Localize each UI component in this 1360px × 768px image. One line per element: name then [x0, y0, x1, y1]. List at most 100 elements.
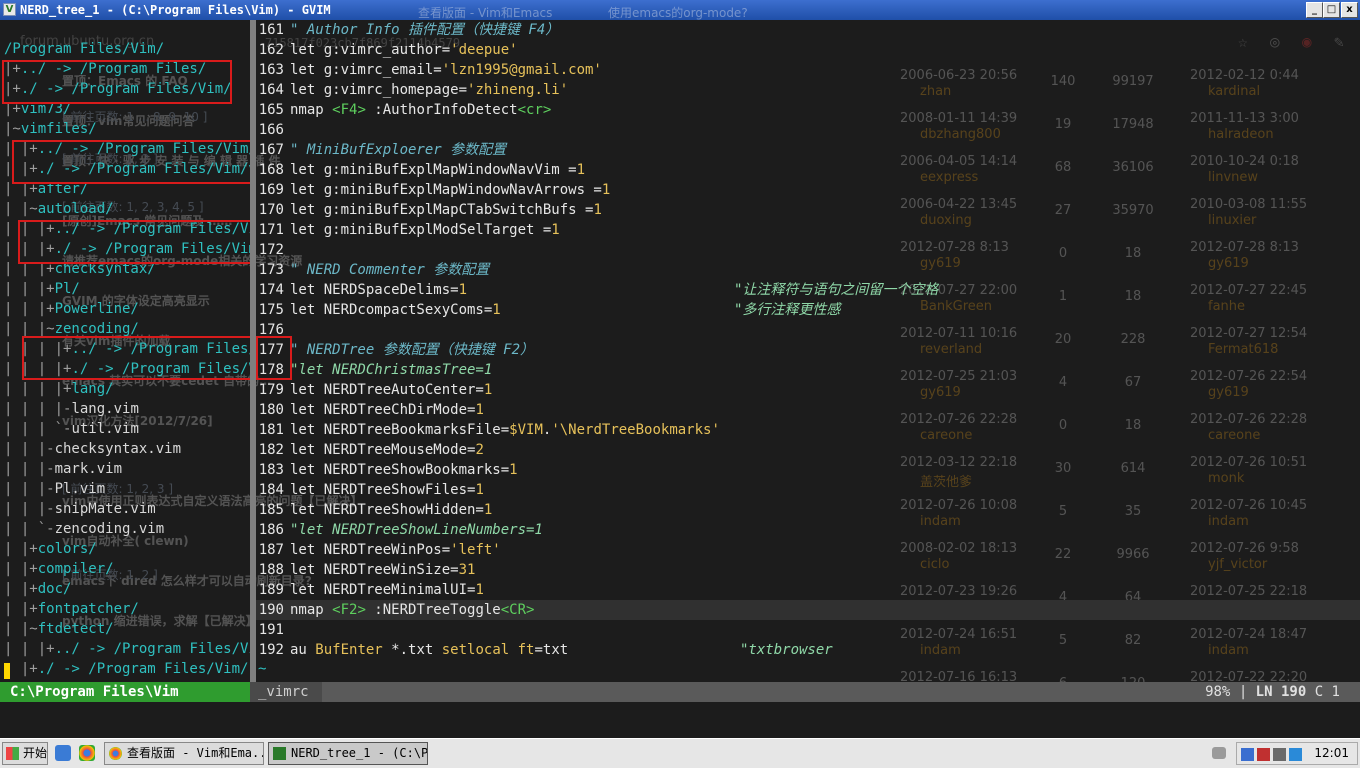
- code-token: 1: [475, 402, 484, 418]
- file-name: snipMate.vim: [54, 501, 156, 517]
- line-number: 179: [258, 382, 284, 398]
- line-number: 162: [258, 42, 284, 58]
- nerdtree-root-label: /Program Files/Vim/: [4, 41, 165, 57]
- window-title: NERD_tree_1 - (C:\Program Files\Vim) - G…: [20, 3, 331, 17]
- nerdtree-node[interactable]: | | `-zencoding.vim: [4, 519, 164, 539]
- code-line[interactable]: 163 let g:vimrc_email='lzn1995@gmail.com': [256, 60, 1360, 80]
- line-number: 184: [258, 482, 284, 498]
- code-line[interactable]: 161 " Author Info 插件配置（快捷键 F4）: [256, 20, 1360, 40]
- volume-icon[interactable]: [1273, 748, 1286, 761]
- code-line[interactable]: 188 let NERDTreeWinSize=31: [256, 560, 1360, 580]
- nerdtree-node[interactable]: | |+colors/: [4, 539, 97, 559]
- nerdtree-node[interactable]: |+./ -> /Program Files/Vim/: [4, 659, 249, 679]
- security-icon[interactable]: [1257, 748, 1270, 761]
- tree-branch-glyph: | |~: [4, 201, 38, 217]
- code-line[interactable]: 191: [256, 620, 1360, 640]
- code-token: :NERDTreeToggle: [365, 602, 501, 618]
- nerdtree-node[interactable]: | | | |-lang.vim: [4, 399, 139, 419]
- code-line[interactable]: 162 let g:vimrc_author='deepue': [256, 40, 1360, 60]
- nerdtree-root[interactable]: /Program Files/Vim/: [4, 39, 164, 59]
- code-line[interactable]: 170 let g:miniBufExplMapCTabSwitchBufs =1: [256, 200, 1360, 220]
- maximize-button[interactable]: □: [1323, 2, 1340, 18]
- nerdtree-node[interactable]: | | |-mark.vim: [4, 459, 122, 479]
- code-token: let g:miniBufExplMapWindowNavArrows =: [290, 182, 602, 198]
- tree-branch-glyph: | |+: [4, 581, 38, 597]
- code-line[interactable]: 177 " NERDTree 参数配置（快捷键 F2）: [256, 340, 1360, 360]
- keyboard-icon[interactable]: [1212, 747, 1226, 759]
- close-button[interactable]: x: [1341, 2, 1358, 18]
- code-line[interactable]: 192 au BufEnter *.txt setlocal ft=txt "txt…: [256, 640, 1360, 660]
- minimize-button[interactable]: _: [1306, 2, 1323, 18]
- code-line[interactable]: 164 let g:vimrc_homepage='zhineng.li': [256, 80, 1360, 100]
- tree-branch-glyph: | |+: [4, 561, 38, 577]
- network-icon[interactable]: [1241, 748, 1254, 761]
- code-line[interactable]: 179 let NERDTreeAutoCenter=1: [256, 380, 1360, 400]
- tree-branch-glyph: |~: [4, 121, 21, 137]
- nerdtree-node[interactable]: | |+doc/: [4, 579, 71, 599]
- nerdtree-node[interactable]: | | |-Pl.vim: [4, 479, 105, 499]
- task-gvim[interactable]: NERD_tree_1 - (C:\P...: [268, 742, 428, 765]
- nerdtree-node[interactable]: | | | |+lang/: [4, 379, 114, 399]
- trailing-comment: "让注释符与语句之间留一个空格: [734, 282, 939, 298]
- code-line[interactable]: 176: [256, 320, 1360, 340]
- nerdtree-node[interactable]: | |+compiler/: [4, 559, 114, 579]
- code-line[interactable]: 166: [256, 120, 1360, 140]
- code-line[interactable]: 172: [256, 240, 1360, 260]
- task-browser[interactable]: 查看版面 - Vim和Ema...: [104, 742, 264, 765]
- directory-name: ftdetect/: [37, 621, 114, 637]
- code-line[interactable]: 174 let NERDSpaceDelims=1 "让注释符与语句之间留一个空格: [256, 280, 1360, 300]
- code-line[interactable]: 169 let g:miniBufExplMapWindowNavArrows =…: [256, 180, 1360, 200]
- code-line[interactable]: 178 "let NERDChristmasTree=1: [256, 360, 1360, 380]
- nerdtree-node[interactable]: | | |-checksyntax.vim: [4, 439, 181, 459]
- nerdtree-node[interactable]: | |~ftdetect/: [4, 619, 114, 639]
- current-code-line[interactable]: 190 nmap <F2> :NERDTreeToggle<CR>: [256, 600, 1360, 620]
- code-line[interactable]: 175 let NERDcompactSexyComs=1 "多行注释更性感: [256, 300, 1360, 320]
- title-bar[interactable]: V NERD_tree_1 - (C:\Program Files\Vim) -…: [0, 0, 1360, 20]
- nerdtree-node[interactable]: | |+fontpatcher/: [4, 599, 139, 619]
- code-token: nmap: [290, 602, 333, 618]
- nerdtree-node[interactable]: | | |+Powerline/: [4, 299, 139, 319]
- trailing-comment: "多行注释更性感: [734, 302, 841, 318]
- code-line[interactable]: 171 let g:miniBufExplModSelTarget =1: [256, 220, 1360, 240]
- clock[interactable]: 12:01: [1314, 746, 1349, 760]
- ie-icon[interactable]: [55, 745, 71, 761]
- code-line[interactable]: 180 let NERDTreeChDirMode=1: [256, 400, 1360, 420]
- shield-icon[interactable]: [1289, 748, 1302, 761]
- code-line[interactable]: 183 let NERDTreeShowBookmarks=1: [256, 460, 1360, 480]
- cursor-position: 98% | LN 190 C 1: [1205, 684, 1340, 700]
- chrome-icon[interactable]: [79, 745, 95, 761]
- code-line[interactable]: 167 " MiniBufExploerer 参数配置: [256, 140, 1360, 160]
- nerdtree-node[interactable]: | | |+Pl/: [4, 279, 80, 299]
- code-line[interactable]: 168 let g:miniBufExplMapWindowNavVim =1: [256, 160, 1360, 180]
- nerdtree-node[interactable]: | | |-snipMate.vim: [4, 499, 156, 519]
- editor-buffer[interactable]: 161 " Author Info 插件配置（快捷键 F4） 162 let g:vi…: [256, 20, 1360, 682]
- tree-branch-glyph: | | |~: [4, 321, 55, 337]
- nerdtree-node[interactable]: | |~autoload/: [4, 199, 114, 219]
- start-label: 开始: [23, 746, 48, 760]
- code-line[interactable]: 185 let NERDTreeShowHidden=1: [256, 500, 1360, 520]
- tree-branch-glyph: | | |+: [4, 301, 55, 317]
- code-token: let g:miniBufExplMapWindowNavVim =: [290, 162, 577, 178]
- nerdtree-node[interactable]: | | | `-util.vim: [4, 419, 139, 439]
- percent-through-file: 98%: [1205, 684, 1231, 700]
- directory-name: doc/: [37, 581, 72, 597]
- code-line[interactable]: 186 "let NERDTreeShowLineNumbers=1: [256, 520, 1360, 540]
- nerdtree-node[interactable]: | | |+../ -> /Program Files/Vim: [4, 639, 250, 659]
- code-line[interactable]: 173 " NERD Commenter 参数配置: [256, 260, 1360, 280]
- code-line[interactable]: 184 let NERDTreeShowFiles=1: [256, 480, 1360, 500]
- symlink-name: ./ -> /Program Files/Vim/: [37, 661, 249, 677]
- code-line[interactable]: 181 let NERDTreeBookmarksFile=$VIM.'\Nerd…: [256, 420, 1360, 440]
- line-number: 186: [258, 522, 284, 538]
- nerdtree-node[interactable]: |~vimfiles/: [4, 119, 97, 139]
- code-line[interactable]: 187 let NERDTreeWinPos='left': [256, 540, 1360, 560]
- line-number: 181: [258, 422, 284, 438]
- code-token: let g:miniBufExplMapCTabSwitchBufs =: [290, 202, 594, 218]
- start-button[interactable]: 开始: [2, 742, 48, 765]
- code-line[interactable]: 189 let NERDTreeMinimalUI=1: [256, 580, 1360, 600]
- code-line[interactable]: 182 let NERDTreeMouseMode=2: [256, 440, 1360, 460]
- code-token: au: [290, 642, 316, 658]
- code-token: 'deepue': [450, 42, 518, 58]
- command-line[interactable]: [0, 702, 1360, 722]
- code-line[interactable]: 165 nmap <F4> :AuthorInfoDetect<cr>: [256, 100, 1360, 120]
- code-token: let g:vimrc_author=: [290, 42, 451, 58]
